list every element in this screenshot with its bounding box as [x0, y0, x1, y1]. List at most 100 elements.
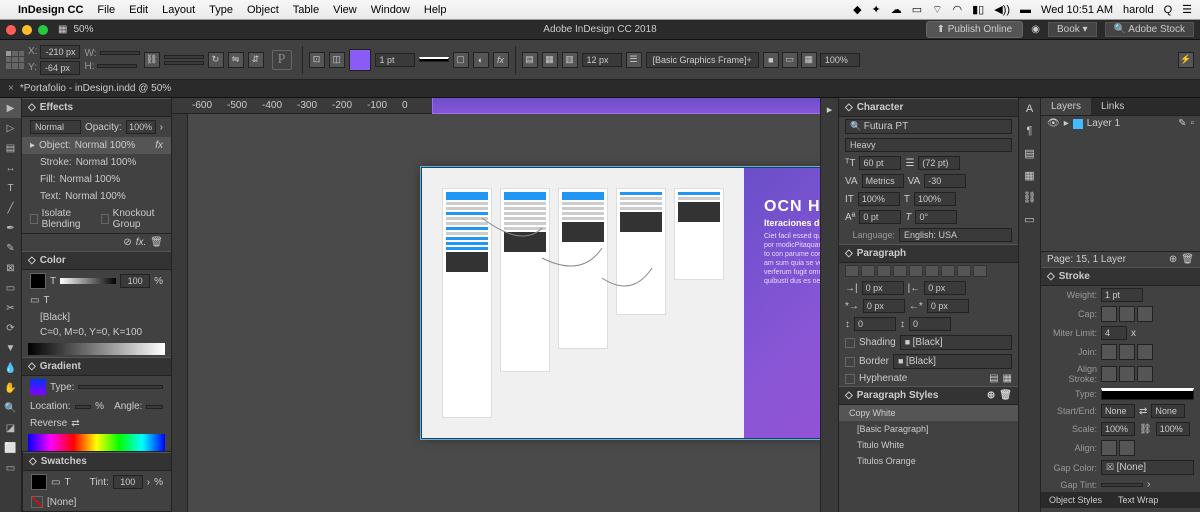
layer-row[interactable]: 👁▸Layer 1✎▫	[1041, 116, 1200, 131]
scale1-field[interactable]: 100%	[1101, 422, 1135, 436]
pstyle-item-1[interactable]: [Basic Paragraph]	[839, 421, 1018, 437]
color-apply-t-icon[interactable]: ▭	[30, 295, 39, 306]
effects-fill-value[interactable]: Normal 100%	[60, 174, 121, 185]
align-stroke-center-icon[interactable]	[1101, 366, 1117, 382]
stroke-weight-field[interactable]: 1 pt	[375, 53, 415, 67]
apply-to-icon[interactable]: ▭	[51, 477, 60, 488]
link-scale-icon[interactable]: ⛓	[1139, 424, 1152, 435]
pstyles-trash-icon[interactable]: 🗑	[999, 390, 1012, 401]
pen-tool[interactable]: ✒	[0, 218, 21, 238]
menu-app[interactable]: InDesign CC	[18, 4, 83, 16]
align-left-icon[interactable]	[845, 265, 859, 277]
pen-target-icon[interactable]: ✎	[1178, 118, 1186, 129]
gradient-reverse-icon[interactable]: ⇄	[71, 418, 79, 429]
links-tab[interactable]: Links	[1091, 98, 1134, 115]
leading-field[interactable]: (72 pt)	[918, 156, 960, 170]
scale-x-field[interactable]	[164, 55, 204, 59]
app-bridge-icon[interactable]: ▦	[58, 24, 67, 35]
ref-point-icon[interactable]	[6, 51, 24, 69]
wrap-none-icon[interactable]: ▤	[522, 52, 538, 68]
shading-checkbox[interactable]	[845, 338, 855, 348]
justify-all-icon[interactable]	[941, 265, 955, 277]
first-indent-field[interactable]: 0 px	[863, 299, 905, 313]
join-miter-icon[interactable]	[1101, 344, 1117, 360]
menu-type[interactable]: Type	[209, 4, 233, 16]
effects-panel-header[interactable]: ◇Effects	[22, 98, 171, 117]
paragraph-panel-header[interactable]: ◇Paragraph	[839, 244, 1018, 263]
eyedropper-tool[interactable]: 💧	[0, 358, 21, 378]
adobe-stock-search[interactable]: 🔍 Adobe Stock	[1105, 22, 1194, 37]
gradient-loc-field[interactable]	[75, 405, 92, 409]
stroke-color-icon[interactable]: ■	[763, 52, 779, 68]
menu-table[interactable]: Table	[293, 4, 319, 16]
arrow-align-2-icon[interactable]	[1119, 440, 1135, 456]
gradient-panel-header[interactable]: ◇Gradient	[22, 357, 171, 376]
styles-dock-icon[interactable]: ▤	[1019, 142, 1040, 164]
x-field[interactable]: -210 px	[40, 45, 80, 59]
p-icon[interactable]: P	[272, 50, 292, 70]
menubar-icon-flag[interactable]: ▬	[1020, 4, 1031, 16]
lang-select[interactable]: English: USA	[899, 228, 1012, 242]
bolt-icon[interactable]: ⚡	[1178, 52, 1194, 68]
pstyles-new-icon[interactable]: ⊕	[987, 390, 995, 401]
layers-tab[interactable]: Layers	[1041, 98, 1091, 115]
gradient-angle-field[interactable]	[146, 405, 163, 409]
maximize-button[interactable]	[38, 25, 48, 35]
fit-content-icon[interactable]: ⊡	[309, 52, 325, 68]
gradient-type-select[interactable]	[78, 385, 163, 389]
hscale-field[interactable]: 100%	[914, 192, 956, 206]
space-after-field[interactable]: 0	[909, 317, 951, 331]
char-dock-icon[interactable]: A	[1019, 98, 1040, 120]
character-panel-header[interactable]: ◇Character	[839, 98, 1018, 117]
cb-opt2-icon[interactable]: ▦	[801, 52, 817, 68]
right-indent-field[interactable]: 0 px	[924, 281, 966, 295]
layer-select-icon[interactable]: ▫	[1190, 118, 1194, 129]
color-panel-header[interactable]: ◇Color	[22, 251, 171, 270]
align-icon[interactable]: ☰	[626, 52, 642, 68]
links-dock-icon[interactable]: ⛓	[1019, 186, 1040, 208]
direct-select-tool[interactable]: ▷	[0, 118, 21, 138]
menubar-icon-bt[interactable]: ⌔	[932, 3, 942, 17]
layers-new-icon[interactable]: ⊕	[1169, 254, 1177, 265]
effects-trash-icon[interactable]: 🗑	[150, 237, 163, 248]
menu-window[interactable]: Window	[371, 4, 410, 16]
effects-clear-icon[interactable]: ⊘	[123, 237, 131, 248]
swatches-header[interactable]: ◇Swatches	[23, 452, 171, 471]
font-weight-select[interactable]: Heavy	[845, 138, 1012, 152]
line-tool[interactable]: ╱	[0, 198, 21, 218]
pages-dock-icon[interactable]: ▭	[1019, 208, 1040, 230]
vscale-field[interactable]: 100%	[858, 192, 900, 206]
effects-object-value[interactable]: Normal 100%	[75, 140, 136, 151]
selection-tool[interactable]: ▶	[0, 98, 21, 118]
menu-object[interactable]: Object	[247, 4, 279, 16]
color-apply-t[interactable]: T	[43, 295, 49, 306]
join-bevel-icon[interactable]	[1137, 344, 1153, 360]
last-indent-field[interactable]: 0 px	[927, 299, 969, 313]
swatches-current-swatch[interactable]	[31, 474, 47, 490]
pstyle-item-0[interactable]: Copy White	[839, 405, 1018, 421]
kerning-field[interactable]: Metrics	[862, 174, 904, 188]
start-select[interactable]: None	[1101, 404, 1135, 418]
gradient-swatch[interactable]	[30, 379, 46, 395]
align-toward-icon[interactable]	[957, 265, 971, 277]
workspace-select[interactable]: Book ▾	[1048, 22, 1097, 37]
effects-fx-icon[interactable]: fx.	[136, 237, 147, 248]
menubar-icon-1[interactable]: ◆	[853, 3, 861, 16]
font-size-field[interactable]: 60 pt	[859, 156, 901, 170]
shading-select[interactable]: ■ [Black]	[900, 335, 1012, 350]
close-button[interactable]	[6, 25, 16, 35]
align-right-icon[interactable]	[877, 265, 891, 277]
para-dock-icon[interactable]: ¶	[1019, 120, 1040, 142]
justify-right-icon[interactable]	[925, 265, 939, 277]
type-tool[interactable]: T	[0, 178, 21, 198]
format-default-tool[interactable]: ⬜	[0, 438, 21, 458]
y-field[interactable]: -64 px	[40, 61, 80, 75]
minimize-button[interactable]	[22, 25, 32, 35]
cap-proj-icon[interactable]	[1137, 306, 1153, 322]
scale2-field[interactable]: 100%	[1156, 422, 1190, 436]
menubar-icon-battery[interactable]: ▮▯	[972, 3, 984, 16]
tracking-field[interactable]: -30	[924, 174, 966, 188]
cb-opt1-icon[interactable]: ▭	[782, 52, 798, 68]
left-indent-field[interactable]: 0 px	[862, 281, 904, 295]
fill-swatch[interactable]	[349, 49, 371, 71]
